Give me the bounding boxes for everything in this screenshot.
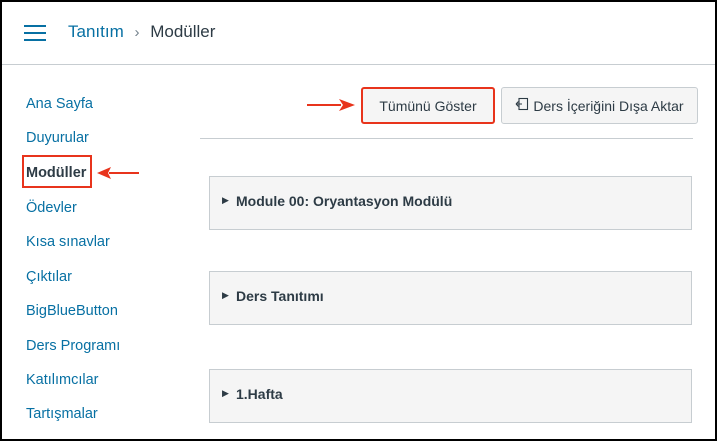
module-header[interactable]: ▶ Module 00: Oryantasyon Modülü <box>209 176 692 230</box>
module-title: Module 00: Oryantasyon Modülü <box>236 193 453 209</box>
hamburger-menu-icon[interactable] <box>24 25 46 43</box>
moduller-highlight-box <box>22 155 92 188</box>
export-label: Ders İçeriğini Dışa Aktar <box>533 97 684 114</box>
nav-item-odevler[interactable]: Ödevler <box>26 200 77 216</box>
export-course-content-button[interactable]: Ders İçeriğini Dışa Aktar <box>501 87 698 124</box>
breadcrumb-separator: › <box>134 24 140 41</box>
module-title: Ders Tanıtımı <box>236 288 324 304</box>
breadcrumb: Tanıtım › Modüller <box>68 22 215 42</box>
module-title: 1.Hafta <box>236 386 283 402</box>
export-icon <box>515 97 529 114</box>
nav-item-duyurular[interactable]: Duyurular <box>26 130 89 146</box>
nav-item-bigbluebutton[interactable]: BigBlueButton <box>26 303 118 319</box>
breadcrumb-course-link[interactable]: Tanıtım <box>68 22 124 41</box>
show-all-button[interactable]: Tümünü Göster <box>361 87 495 124</box>
nav-item-ciktilar[interactable]: Çıktılar <box>26 269 72 285</box>
nav-item-tartismalar[interactable]: Tartışmalar <box>26 406 98 422</box>
button-pointer-arrow-icon <box>307 99 355 111</box>
nav-pointer-arrow-icon <box>97 167 139 179</box>
nav-item-ana-sayfa[interactable]: Ana Sayfa <box>26 96 93 112</box>
nav-item-ders-programi[interactable]: Ders Programı <box>26 338 120 354</box>
breadcrumb-current: Modüller <box>150 22 216 41</box>
nav-item-katilimcilar[interactable]: Katılımcılar <box>26 372 99 388</box>
nav-item-kisa-sinavlar[interactable]: Kısa sınavlar <box>26 234 110 250</box>
caret-right-icon: ▶ <box>222 290 229 300</box>
show-all-label: Tümünü Göster <box>379 97 477 114</box>
page-header: Tanıtım › Modüller <box>2 2 715 65</box>
caret-right-icon: ▶ <box>222 388 229 398</box>
module-header[interactable]: ▶ 1.Hafta <box>209 369 692 423</box>
toolbar-divider <box>200 138 693 139</box>
caret-right-icon: ▶ <box>222 195 229 205</box>
module-header[interactable]: ▶ Ders Tanıtımı <box>209 271 692 325</box>
